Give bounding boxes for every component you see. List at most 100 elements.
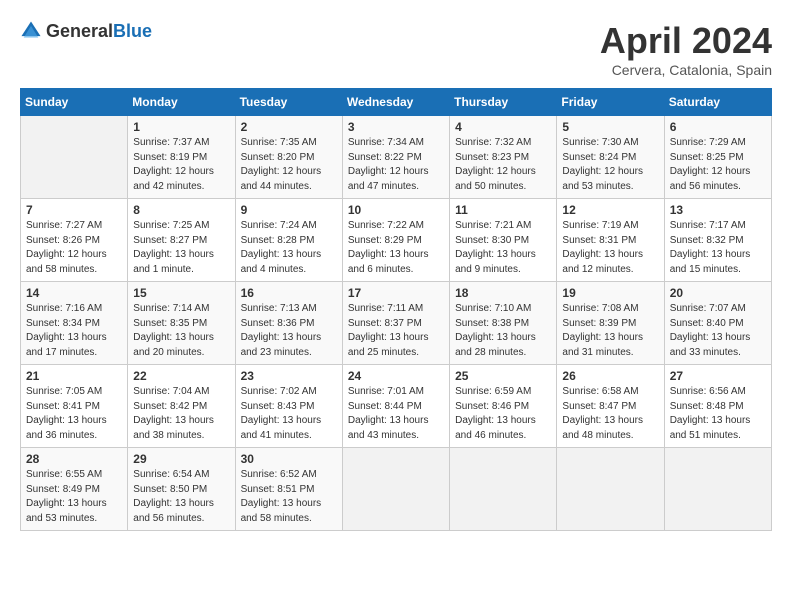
day-number: 19 — [562, 286, 658, 300]
day-detail: Sunrise: 7:01 AM Sunset: 8:44 PM Dayligh… — [348, 385, 444, 443]
calendar-header-row: SundayMondayTuesdayWednesdayThursdayFrid… — [21, 89, 772, 116]
day-detail: Sunrise: 6:58 AM Sunset: 8:47 PM Dayligh… — [562, 385, 658, 443]
day-detail: Sunrise: 7:25 AM Sunset: 8:27 PM Dayligh… — [133, 219, 229, 277]
day-cell: 26 Sunrise: 6:58 AM Sunset: 8:47 PM Dayli… — [557, 365, 664, 448]
day-number: 15 — [133, 286, 229, 300]
day-cell: 5 Sunrise: 7:30 AM Sunset: 8:24 PM Daylig… — [557, 116, 664, 199]
day-number: 12 — [562, 203, 658, 217]
day-cell: 4Sunrise: 7:32 AM Sunset: 8:23 PM Daylig… — [450, 116, 557, 199]
day-detail: Sunrise: 7:27 AM Sunset: 8:26 PM Dayligh… — [26, 219, 122, 277]
day-cell: 30 Sunrise: 6:52 AM Sunset: 8:51 PM Dayli… — [235, 448, 342, 531]
calendar-table: SundayMondayTuesdayWednesdayThursdayFrid… — [20, 88, 772, 531]
day-cell — [450, 448, 557, 531]
day-number: 14 — [26, 286, 122, 300]
day-number: 16 — [241, 286, 337, 300]
day-cell: 27Sunrise: 6:56 AM Sunset: 8:48 PM Dayli… — [664, 365, 771, 448]
day-detail: Sunrise: 6:52 AM Sunset: 8:51 PM Dayligh… — [241, 468, 337, 526]
page-header: GeneralBlue April 2024 Cervera, Cataloni… — [20, 20, 772, 78]
day-detail: Sunrise: 7:05 AM Sunset: 8:41 PM Dayligh… — [26, 385, 122, 443]
day-detail: Sunrise: 7:29 AM Sunset: 8:25 PM Dayligh… — [670, 136, 766, 194]
day-detail: Sunrise: 6:59 AM Sunset: 8:46 PM Dayligh… — [455, 385, 551, 443]
day-number: 2 — [241, 120, 337, 134]
day-detail: Sunrise: 7:21 AM Sunset: 8:30 PM Dayligh… — [455, 219, 551, 277]
day-number: 21 — [26, 369, 122, 383]
day-number: 28 — [26, 452, 122, 466]
logo: GeneralBlue — [20, 20, 152, 42]
day-number: 25 — [455, 369, 551, 383]
day-number: 22 — [133, 369, 229, 383]
day-cell: 19 Sunrise: 7:08 AM Sunset: 8:39 PM Dayli… — [557, 282, 664, 365]
logo-blue: Blue — [113, 21, 152, 41]
day-detail: Sunrise: 7:16 AM Sunset: 8:34 PM Dayligh… — [26, 302, 122, 360]
day-detail: Sunrise: 7:19 AM Sunset: 8:31 PM Dayligh… — [562, 219, 658, 277]
day-number: 6 — [670, 120, 766, 134]
day-cell: 17 Sunrise: 7:11 AM Sunset: 8:37 PM Dayli… — [342, 282, 449, 365]
day-detail: Sunrise: 7:17 AM Sunset: 8:32 PM Dayligh… — [670, 219, 766, 277]
day-number: 5 — [562, 120, 658, 134]
col-header-monday: Monday — [128, 89, 235, 116]
day-detail: Sunrise: 7:24 AM Sunset: 8:28 PM Dayligh… — [241, 219, 337, 277]
day-cell: 8Sunrise: 7:25 AM Sunset: 8:27 PM Daylig… — [128, 199, 235, 282]
day-number: 10 — [348, 203, 444, 217]
day-cell: 23 Sunrise: 7:02 AM Sunset: 8:43 PM Dayli… — [235, 365, 342, 448]
day-cell: 3 Sunrise: 7:34 AM Sunset: 8:22 PM Daylig… — [342, 116, 449, 199]
day-cell: 21 Sunrise: 7:05 AM Sunset: 8:41 PM Dayli… — [21, 365, 128, 448]
day-cell: 18 Sunrise: 7:10 AM Sunset: 8:38 PM Dayli… — [450, 282, 557, 365]
day-number: 18 — [455, 286, 551, 300]
day-cell: 6 Sunrise: 7:29 AM Sunset: 8:25 PM Daylig… — [664, 116, 771, 199]
day-number: 20 — [670, 286, 766, 300]
location: Cervera, Catalonia, Spain — [600, 62, 772, 78]
day-cell: 14 Sunrise: 7:16 AM Sunset: 8:34 PM Dayli… — [21, 282, 128, 365]
day-detail: Sunrise: 7:08 AM Sunset: 8:39 PM Dayligh… — [562, 302, 658, 360]
day-number: 3 — [348, 120, 444, 134]
day-number: 11 — [455, 203, 551, 217]
day-cell: 16 Sunrise: 7:13 AM Sunset: 8:36 PM Dayli… — [235, 282, 342, 365]
day-detail: Sunrise: 6:55 AM Sunset: 8:49 PM Dayligh… — [26, 468, 122, 526]
day-number: 7 — [26, 203, 122, 217]
day-number: 23 — [241, 369, 337, 383]
day-cell — [21, 116, 128, 199]
day-number: 1 — [133, 120, 229, 134]
day-detail: Sunrise: 7:32 AM Sunset: 8:23 PM Dayligh… — [455, 136, 551, 194]
day-detail: Sunrise: 7:10 AM Sunset: 8:38 PM Dayligh… — [455, 302, 551, 360]
logo-general: General — [46, 21, 113, 41]
day-detail: Sunrise: 7:11 AM Sunset: 8:37 PM Dayligh… — [348, 302, 444, 360]
day-cell: 22 Sunrise: 7:04 AM Sunset: 8:42 PM Dayli… — [128, 365, 235, 448]
title-block: April 2024 Cervera, Catalonia, Spain — [600, 20, 772, 78]
day-detail: Sunrise: 7:13 AM Sunset: 8:36 PM Dayligh… — [241, 302, 337, 360]
day-number: 30 — [241, 452, 337, 466]
day-detail: Sunrise: 7:04 AM Sunset: 8:42 PM Dayligh… — [133, 385, 229, 443]
day-detail: Sunrise: 7:22 AM Sunset: 8:29 PM Dayligh… — [348, 219, 444, 277]
day-number: 24 — [348, 369, 444, 383]
week-row-1: 1Sunrise: 7:37 AM Sunset: 8:19 PM Daylig… — [21, 116, 772, 199]
day-cell: 13 Sunrise: 7:17 AM Sunset: 8:32 PM Dayli… — [664, 199, 771, 282]
day-cell: 12 Sunrise: 7:19 AM Sunset: 8:31 PM Dayli… — [557, 199, 664, 282]
month-year: April 2024 — [600, 20, 772, 62]
day-cell: 10 Sunrise: 7:22 AM Sunset: 8:29 PM Dayli… — [342, 199, 449, 282]
day-cell: 2Sunrise: 7:35 AM Sunset: 8:20 PM Daylig… — [235, 116, 342, 199]
logo-icon — [20, 20, 42, 42]
day-number: 26 — [562, 369, 658, 383]
day-number: 13 — [670, 203, 766, 217]
day-cell — [557, 448, 664, 531]
calendar-body: 1Sunrise: 7:37 AM Sunset: 8:19 PM Daylig… — [21, 116, 772, 531]
day-number: 29 — [133, 452, 229, 466]
week-row-4: 21 Sunrise: 7:05 AM Sunset: 8:41 PM Dayli… — [21, 365, 772, 448]
day-cell: 9 Sunrise: 7:24 AM Sunset: 8:28 PM Daylig… — [235, 199, 342, 282]
day-number: 17 — [348, 286, 444, 300]
day-cell: 24 Sunrise: 7:01 AM Sunset: 8:44 PM Dayli… — [342, 365, 449, 448]
day-number: 9 — [241, 203, 337, 217]
day-cell: 20 Sunrise: 7:07 AM Sunset: 8:40 PM Dayli… — [664, 282, 771, 365]
day-cell: 28 Sunrise: 6:55 AM Sunset: 8:49 PM Dayli… — [21, 448, 128, 531]
day-detail: Sunrise: 7:07 AM Sunset: 8:40 PM Dayligh… — [670, 302, 766, 360]
day-detail: Sunrise: 7:02 AM Sunset: 8:43 PM Dayligh… — [241, 385, 337, 443]
day-detail: Sunrise: 7:30 AM Sunset: 8:24 PM Dayligh… — [562, 136, 658, 194]
day-cell: 1Sunrise: 7:37 AM Sunset: 8:19 PM Daylig… — [128, 116, 235, 199]
day-cell: 15Sunrise: 7:14 AM Sunset: 8:35 PM Dayli… — [128, 282, 235, 365]
day-detail: Sunrise: 7:34 AM Sunset: 8:22 PM Dayligh… — [348, 136, 444, 194]
col-header-saturday: Saturday — [664, 89, 771, 116]
day-cell — [664, 448, 771, 531]
day-cell: 11 Sunrise: 7:21 AM Sunset: 8:30 PM Dayli… — [450, 199, 557, 282]
col-header-friday: Friday — [557, 89, 664, 116]
day-cell: 29Sunrise: 6:54 AM Sunset: 8:50 PM Dayli… — [128, 448, 235, 531]
